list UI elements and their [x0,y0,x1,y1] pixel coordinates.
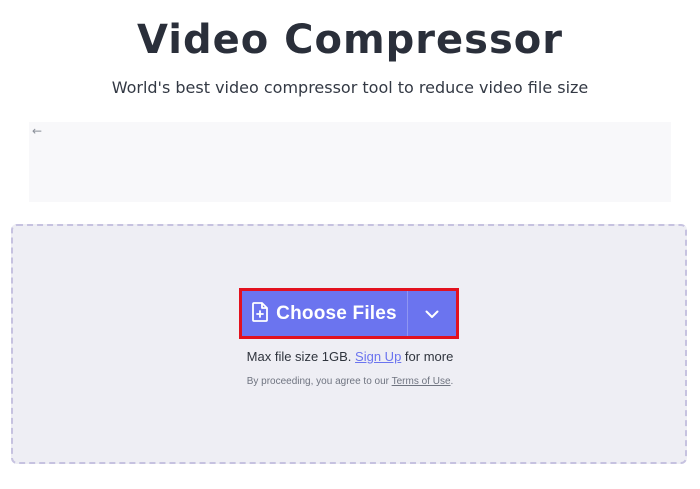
upload-dropzone[interactable] [11,224,687,464]
max-file-size-note: Max file size 1GB. Sign Up for more [0,349,700,365]
page-title: Video Compressor [137,17,563,63]
terms-suffix: . [450,376,454,387]
terms-prefix: By proceeding, you agree to our [246,376,390,387]
max-size-suffix: for more [404,349,454,364]
chevron-down-icon [425,304,439,323]
terms-of-use-link[interactable]: Terms of Use [392,376,451,387]
max-size-text: Max file size 1GB. [246,349,352,364]
choose-files-label: Choose Files [276,302,397,324]
choose-files-button[interactable]: Choose Files [242,291,407,336]
file-plus-icon [252,301,269,326]
sign-up-link[interactable]: Sign Up [355,349,401,364]
page-subtitle: World's best video compressor tool to re… [111,78,589,97]
ad-banner [29,122,671,202]
upload-options-dropdown[interactable] [408,291,456,336]
choose-files-highlight: Choose Files [239,288,459,339]
back-arrow-icon[interactable]: ← [32,124,42,138]
terms-note: By proceeding, you agree to our Terms of… [0,375,700,388]
